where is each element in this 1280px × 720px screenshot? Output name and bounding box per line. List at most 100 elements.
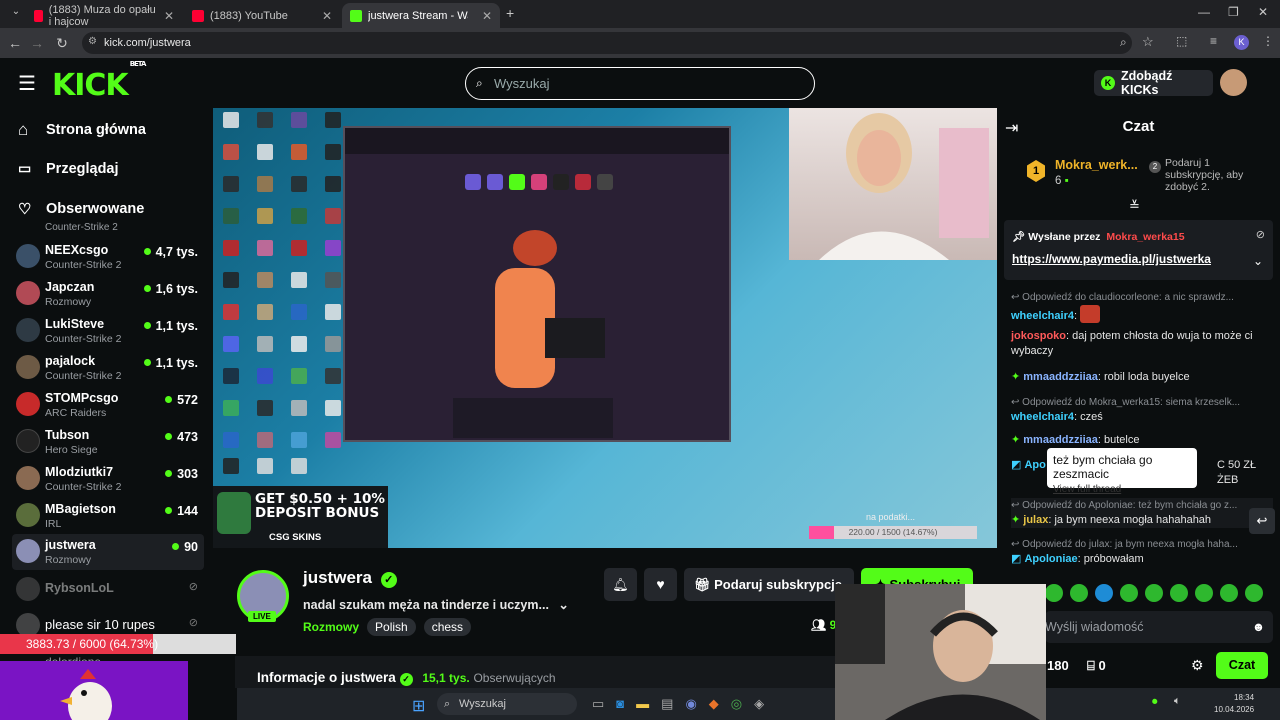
chat-username[interactable]: julax (1023, 514, 1048, 526)
profile-avatar[interactable]: K (1234, 35, 1249, 50)
category-link[interactable]: Rozmowy (303, 620, 359, 634)
channel-item[interactable]: LukiSteve Counter-Strike 2 1,1 tys. (12, 313, 204, 349)
gift-sub-button[interactable]: 🎁︎ Podaruj subskrypcje (684, 568, 854, 601)
extensions-icon[interactable]: ⬚ (1176, 34, 1187, 48)
chat-message[interactable]: ↩ Odpowiedź do julax: ja bym neexa mogła… (1011, 537, 1273, 567)
bookmark-star-icon[interactable]: ☆ (1142, 34, 1154, 50)
chat-username[interactable]: jokospoko (1011, 330, 1066, 342)
explorer-icon[interactable]: ▬ (636, 696, 649, 712)
emote-icon[interactable] (1045, 584, 1063, 602)
task-view-icon[interactable]: ▭ (592, 696, 604, 712)
close-window-icon[interactable]: ✕ (1258, 5, 1268, 19)
bonus-banner[interactable]: GET $0.50 + 10% DEPOSIT BONUS CSG SKINS (213, 486, 388, 548)
app-icon[interactable]: ◈ (754, 696, 764, 712)
follow-button[interactable]: ♥ (644, 568, 677, 601)
taskbar-clock[interactable]: 18:34 10.04.2026 (1214, 692, 1254, 716)
chat-username[interactable]: mmaaddzziiaa (1023, 434, 1098, 446)
site-info-icon[interactable]: ⚙ (88, 36, 97, 47)
close-tab-icon[interactable]: ✕ (164, 9, 174, 23)
volume-icon[interactable]: 🔈︎ (1174, 695, 1181, 708)
back-icon[interactable]: ← (3, 35, 27, 51)
channel-item-offline[interactable]: RybsonLoL ⊘ (12, 572, 204, 608)
reply-icon[interactable]: ↩ (1249, 508, 1275, 534)
emote-icon[interactable] (1245, 584, 1263, 602)
gift-prompt[interactable]: Podaruj 1 subskrypcję, aby zdobyć 2. (1165, 157, 1269, 193)
settings-gear-icon[interactable]: ⚙ (1191, 657, 1204, 674)
mic-icon[interactable]: ⏺ (1152, 696, 1158, 709)
hide-pin-icon[interactable]: ⊘ (1256, 228, 1265, 241)
url-field[interactable]: ⚙ kick.com/justwera (82, 32, 1132, 54)
chrome-icon[interactable]: ◎ (731, 696, 742, 712)
browser-tab-active[interactable]: justwera Stream - Watch Li ✕ (342, 3, 500, 28)
chat-message[interactable]: ↩ Odpowiedź do Apoloniae: też bym chciał… (1011, 498, 1273, 528)
chevron-down-icon[interactable]: ⌄ (558, 598, 568, 612)
tag-pill[interactable]: Polish (367, 618, 416, 636)
pinned-link[interactable]: https://www.paymedia.pl/justwerka (1012, 252, 1211, 266)
maximize-icon[interactable]: ❐ (1228, 5, 1239, 19)
channel-item[interactable]: pajalock Counter-Strike 2 1,1 tys. (12, 350, 204, 386)
close-tab-icon[interactable]: ✕ (482, 9, 492, 23)
search-input[interactable]: ⌕ Wyszukaj (465, 67, 815, 100)
browser-tab-2[interactable]: (1883) YouTube ✕ (184, 3, 340, 28)
channel-points[interactable]: 180 (1047, 658, 1069, 673)
channel-item[interactable]: STOMPcsgo ARC Raiders 572 (12, 387, 204, 423)
kick-logo[interactable]: KICKBETA (52, 60, 146, 103)
emote-icon[interactable] (1070, 584, 1088, 602)
send-chat-button[interactable]: Czat (1216, 652, 1268, 679)
chat-username[interactable]: wheelchair4 (1011, 310, 1074, 322)
chat-username[interactable]: wheelchair4 (1011, 411, 1074, 423)
tag-pill[interactable]: chess (423, 618, 472, 636)
browser-tab-1[interactable]: (1883) Muza do opału i hajcow ✕ (26, 3, 182, 28)
chat-message[interactable]: ↩ Odpowiedź do Mokra_werka15: siema krze… (1011, 395, 1273, 425)
chat-username[interactable]: Apoloniae (1024, 553, 1077, 565)
pinned-by-user[interactable]: Mokra_werka15 (1106, 231, 1184, 243)
sidebar-nav-browse[interactable]: ▭ Przeglądaj (18, 160, 119, 177)
chat-username[interactable]: mmaaddzziiaa (1023, 371, 1098, 383)
chat-message[interactable]: ✦ mmaaddzziiaa: butelce (1011, 433, 1273, 448)
sidebar-nav-home[interactable]: ⌂ Strona główna (18, 120, 146, 140)
streamer-name[interactable]: justwera (303, 568, 372, 587)
emote-icon[interactable] (1220, 584, 1238, 602)
notification-bell-button[interactable]: 🔔︎ (604, 568, 637, 601)
taskbar-search[interactable]: ⌕ Wyszukaj (437, 693, 577, 715)
get-kicks-button[interactable]: K Zdobądź KICKs (1094, 69, 1213, 97)
minimize-icon[interactable]: — (1198, 5, 1210, 19)
close-tab-icon[interactable]: ✕ (322, 9, 332, 23)
emote-icon[interactable] (1095, 584, 1113, 602)
user-avatar[interactable] (1220, 69, 1247, 96)
zoom-icon[interactable]: ⌕ (1120, 35, 1127, 50)
hamburger-menu-icon[interactable]: ☰ (18, 71, 36, 96)
emote-icon[interactable] (1195, 584, 1213, 602)
chat-input[interactable]: Wyślij wiadomość ☻ (1045, 611, 1273, 643)
windows-start-icon[interactable]: ⊞ (412, 696, 425, 716)
view-thread-link[interactable]: View full thread (1053, 484, 1191, 495)
emote-icon[interactable] (1145, 584, 1163, 602)
chat-message[interactable]: jokospoko: daj potem chłosta do wuja to … (1011, 329, 1273, 359)
sidebar-nav-following[interactable]: ♡ Obserwowane (18, 200, 144, 218)
new-tab-icon[interactable]: + (506, 5, 514, 21)
reload-icon[interactable]: ↻ (50, 35, 74, 52)
top-gifter-name[interactable]: Mokra_werk... (1055, 158, 1138, 172)
outlook-icon[interactable]: ◙ (616, 696, 624, 712)
channel-item[interactable]: Tubson Hero Siege 473 (12, 424, 204, 460)
chat-message[interactable]: ↩ Odpowiedź do claudiocorleone: a nic sp… (1011, 290, 1273, 324)
chevron-down-icon[interactable]: ⌄ (1253, 254, 1263, 268)
chat-message[interactable]: ✦ mmaaddzziiaa: robil loda buyelce (1011, 370, 1273, 385)
app-icon[interactable]: ◆ (709, 696, 719, 712)
emote-icon[interactable] (1170, 584, 1188, 602)
menu-kebab-icon[interactable]: ⋮ (1262, 34, 1274, 48)
emoji-icon[interactable]: ☻ (1252, 611, 1265, 643)
video-player[interactable]: GET $0.50 + 10% DEPOSIT BONUS CSG SKINS … (213, 108, 997, 548)
forward-icon[interactable]: → (25, 35, 49, 51)
chat-username[interactable]: Apo (1024, 459, 1045, 471)
tab-search-icon[interactable]: ⌄ (4, 6, 28, 17)
channel-item[interactable]: NEEXcsgo Counter-Strike 2 4,7 tys. (12, 239, 204, 275)
channel-item[interactable]: Japczan Rozmowy 1,6 tys. (12, 276, 204, 312)
gift-count-row[interactable]: ⌸ 0 (1087, 658, 1106, 674)
channel-item[interactable]: Mlodziutki7 Counter-Strike 2 303 (12, 461, 204, 497)
media-icon[interactable]: ≡ (1210, 34, 1217, 48)
expand-leaderboard-icon[interactable]: ≚ (1129, 198, 1140, 214)
discord-icon[interactable]: ◉ (685, 696, 696, 712)
emote-icon[interactable] (1120, 584, 1138, 602)
photos-icon[interactable]: ▤ (661, 696, 673, 712)
